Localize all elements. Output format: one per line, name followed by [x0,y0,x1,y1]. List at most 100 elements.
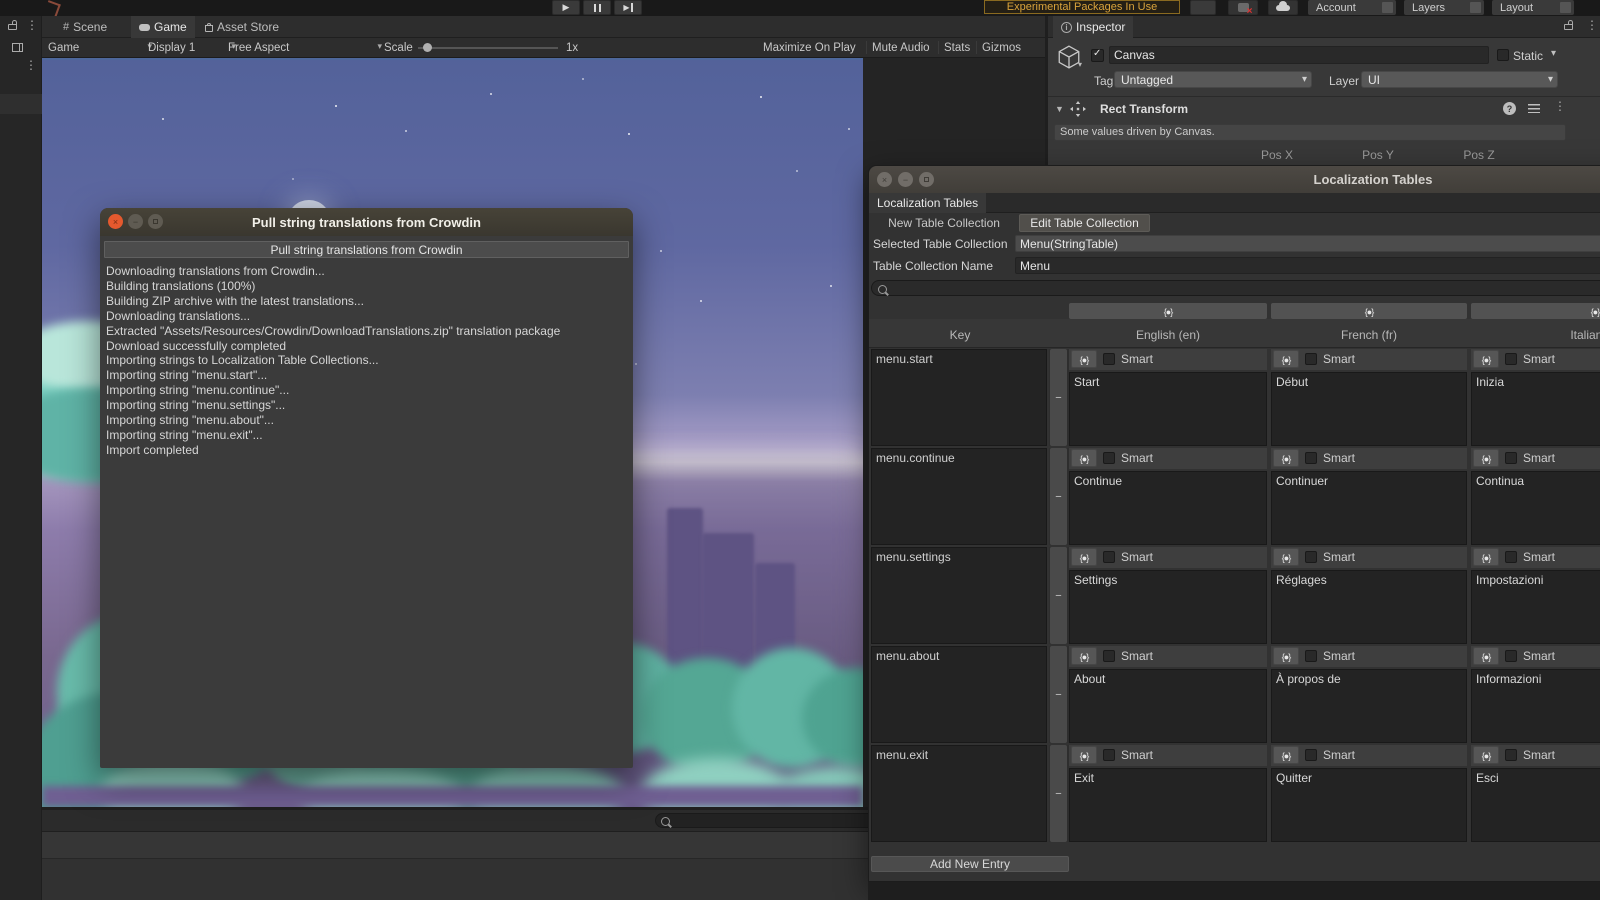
dialog-header-button[interactable]: Pull string translations from Crowdin [104,241,629,258]
localized-property-button[interactable] [1273,449,1299,467]
smart-checkbox[interactable] [1103,452,1115,464]
italian-column-header[interactable]: Italian (it) [1471,328,1600,342]
smart-checkbox[interactable] [1103,749,1115,761]
localized-property-button[interactable] [1273,647,1299,665]
foldout-arrow-icon[interactable]: ▼ [1055,104,1064,114]
remove-entry-button[interactable] [1050,547,1067,644]
experimental-packages-warning[interactable]: Experimental Packages In Use [984,0,1180,14]
scale-slider-track[interactable] [418,47,558,49]
presets-icon[interactable] [1528,104,1540,113]
english-column-header[interactable]: English (en) [1069,328,1267,342]
layer-dropdown[interactable]: UI [1361,71,1558,88]
key-cell[interactable]: menu.start [871,349,1047,446]
localized-property-button[interactable] [1473,548,1499,566]
smart-checkbox[interactable] [1103,551,1115,563]
translation-field[interactable]: Début [1271,372,1467,446]
static-checkbox[interactable] [1497,49,1509,61]
play-button[interactable]: ▶ [552,0,580,15]
translation-field[interactable]: Impostazioni [1471,570,1600,644]
remove-entry-button[interactable] [1050,745,1067,842]
object-name-field[interactable] [1109,46,1489,64]
smart-checkbox[interactable] [1305,749,1317,761]
localized-property-button[interactable] [1273,548,1299,566]
smart-checkbox[interactable] [1505,551,1517,563]
translation-field[interactable]: Start [1069,372,1267,446]
translation-field[interactable]: About [1069,669,1267,743]
smart-checkbox[interactable] [1505,452,1517,464]
translation-field[interactable]: Continuer [1271,471,1467,545]
localized-property-button[interactable] [1473,746,1499,764]
aspect-dropdown[interactable]: Free Aspect [228,38,384,57]
collection-name-input[interactable] [1015,257,1600,274]
translation-field[interactable]: Réglages [1271,570,1467,644]
tab-localization-tables[interactable]: Localization Tables [869,193,987,213]
tab-inspector[interactable]: i Inspector [1053,16,1134,38]
smart-checkbox[interactable] [1305,650,1317,662]
smart-checkbox[interactable] [1103,353,1115,365]
translation-field[interactable]: Esci [1471,768,1600,842]
localized-property-button[interactable] [1071,746,1097,764]
layers-dropdown[interactable]: Layers [1404,0,1484,15]
remove-entry-button[interactable] [1050,448,1067,545]
account-dropdown[interactable]: Account [1308,0,1396,15]
key-cell[interactable]: menu.settings [871,547,1047,644]
localized-property-button[interactable] [1273,746,1299,764]
display-dropdown[interactable]: Display 1 [148,38,238,57]
dialog-titlebar[interactable]: × − Pull string translations from Crowdi… [100,208,633,236]
stats-toggle[interactable]: Stats [944,38,970,57]
translation-field[interactable]: À propos de [1271,669,1467,743]
layout-dropdown[interactable]: Layout [1492,0,1574,15]
game-display-mode-dropdown[interactable]: Game [48,38,154,57]
pause-button[interactable] [583,0,611,15]
collab-button[interactable] [1228,0,1258,17]
localized-property-button[interactable] [1071,647,1097,665]
key-cell[interactable]: menu.about [871,646,1047,743]
smart-checkbox[interactable] [1103,650,1115,662]
gizmos-dropdown[interactable]: Gizmos [982,38,1052,57]
kebab-menu-icon[interactable]: ⋮ [25,59,37,71]
mute-audio-toggle[interactable]: Mute Audio [872,38,930,57]
kebab-menu-icon[interactable]: ⋮ [26,19,38,31]
translation-field[interactable]: Continua [1471,471,1600,545]
column-settings-button[interactable] [1471,303,1600,319]
tab-asset-store[interactable]: Asset Store [197,16,287,38]
scale-slider-handle[interactable] [423,43,432,52]
cloud-button[interactable] [1268,0,1298,15]
kebab-menu-icon[interactable]: ⋮ [1554,100,1566,112]
table-search-input[interactable] [888,281,1600,297]
translation-field[interactable]: Informazioni [1471,669,1600,743]
table-search[interactable] [871,280,1600,297]
key-column-header[interactable]: Key [871,328,1049,342]
translation-field[interactable]: Quitter [1271,768,1467,842]
localized-property-button[interactable] [1473,449,1499,467]
panel-icon[interactable] [12,43,23,52]
key-cell[interactable]: menu.continue [871,448,1047,545]
smart-checkbox[interactable] [1505,650,1517,662]
toolbar-extra-button[interactable] [1190,0,1216,15]
localized-property-button[interactable] [1071,548,1097,566]
translation-field[interactable]: Inizia [1471,372,1600,446]
lock-icon[interactable] [8,20,17,30]
smart-checkbox[interactable] [1305,551,1317,563]
new-table-collection-button[interactable]: New Table Collection [871,214,1017,232]
step-button[interactable]: ▶ [614,0,642,15]
static-dropdown-icon[interactable]: ▾ [1551,48,1556,59]
localized-property-button[interactable] [1473,647,1499,665]
localized-property-button[interactable] [1071,350,1097,368]
smart-checkbox[interactable] [1505,353,1517,365]
help-icon[interactable]: ? [1503,102,1516,115]
french-column-header[interactable]: French (fr) [1271,328,1467,342]
remove-entry-button[interactable] [1050,349,1067,446]
localized-property-button[interactable] [1473,350,1499,368]
key-cell[interactable]: menu.exit [871,745,1047,842]
column-settings-button[interactable] [1271,303,1467,319]
localized-property-button[interactable] [1071,449,1097,467]
tab-scene[interactable]: # Scene [55,16,115,38]
lock-icon[interactable] [1564,20,1573,30]
smart-checkbox[interactable] [1305,353,1317,365]
tab-game[interactable]: Game [131,16,195,38]
translation-field[interactable]: Continue [1069,471,1267,545]
window-titlebar[interactable]: × − Localization Tables [869,166,1600,193]
translation-field[interactable]: Exit [1069,768,1267,842]
tag-dropdown[interactable]: Untagged [1114,71,1312,88]
